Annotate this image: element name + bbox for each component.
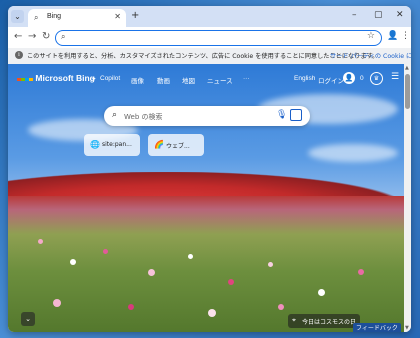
info-icon: i: [15, 51, 23, 59]
tab-strip: ⌄ ⌕ Bing ✕ + – ▢ ✕: [8, 6, 411, 27]
nav-maps[interactable]: 地図: [182, 75, 195, 85]
logo-square: [17, 77, 21, 81]
caption-text: 今日はコスモスの日: [302, 319, 357, 326]
flower: [318, 289, 325, 296]
close-tab-icon[interactable]: ✕: [114, 12, 121, 21]
flower: [53, 299, 61, 307]
search-placeholder: Web の検索: [124, 113, 163, 121]
search-icon: ⌕: [61, 32, 66, 41]
cloud: [308, 144, 398, 162]
close-window-button[interactable]: ✕: [396, 10, 404, 20]
flower: [358, 269, 364, 275]
visual-search-icon[interactable]: [290, 109, 302, 121]
search-box[interactable]: ⌕ Web の検索 🎙: [104, 106, 310, 126]
nav-copilot[interactable]: Copilot: [100, 75, 120, 82]
login-link[interactable]: ログイン: [318, 75, 344, 85]
language-link[interactable]: English: [294, 75, 315, 82]
bing-logo[interactable]: Microsoft Bing: [17, 73, 95, 83]
bing-homepage: Microsoft Bing ✦ Copilot 画像 動画 地図 ニュース ·…: [8, 64, 404, 332]
address-bar[interactable]: ⌕ ☆: [55, 30, 382, 46]
tab-bing[interactable]: ⌕ Bing ✕: [28, 9, 126, 27]
cookie-message: このサイトを利用すると、分析、カスタマイズされたコンテンツ、広告に Cookie…: [27, 53, 379, 60]
reward-count: 0: [360, 75, 364, 82]
flower: [208, 309, 216, 317]
scroll-up-icon[interactable]: ▲: [405, 65, 409, 71]
minimize-button[interactable]: –: [352, 10, 357, 20]
logo-square: [29, 77, 33, 81]
cosmos-flower-field: [8, 196, 404, 332]
nav-more[interactable]: ···: [243, 75, 250, 82]
nav-images[interactable]: 画像: [131, 75, 144, 85]
tab-title: Bing: [47, 13, 62, 20]
flower: [268, 262, 273, 267]
flower: [228, 279, 234, 285]
image-caption[interactable]: ⌖ 今日はコスモスの日: [288, 314, 360, 328]
bookmark-star-icon[interactable]: ☆: [367, 31, 375, 41]
flower: [70, 259, 76, 265]
user-avatar-icon[interactable]: 👤: [343, 72, 355, 84]
search-icon: ⌕: [112, 110, 118, 120]
flower: [38, 239, 43, 244]
back-icon[interactable]: ←: [14, 31, 22, 42]
nav-videos[interactable]: 動画: [157, 75, 170, 85]
new-tab-button[interactable]: +: [131, 10, 139, 21]
flower: [278, 304, 284, 310]
nav-news[interactable]: ニュース: [207, 75, 233, 85]
quick-link[interactable]: 🌐 site:pan...: [84, 134, 140, 156]
reload-icon[interactable]: ↻: [42, 31, 50, 42]
search-favicon-icon: ⌕: [34, 13, 39, 22]
flower: [103, 249, 108, 254]
hamburger-menu-icon[interactable]: ☰: [391, 72, 399, 82]
location-pin-icon: ⌖: [292, 316, 296, 324]
expand-chevron-icon[interactable]: ⌄: [21, 312, 35, 326]
logo-square: [25, 77, 29, 81]
maximize-button[interactable]: ▢: [374, 10, 383, 20]
logo-text: Microsoft Bing: [35, 73, 95, 83]
flower: [128, 304, 134, 310]
rainbow-icon: 🌈: [154, 140, 164, 149]
quick-link[interactable]: 🌈 ウェブ...: [148, 134, 204, 156]
quick-link-label: ウェブ...: [166, 143, 190, 150]
cookie-notice-bar: i このサイトを利用すると、分析、カスタマイズされたコンテンツ、広告に Cook…: [8, 48, 411, 65]
globe-icon: 🌐: [90, 140, 100, 149]
microphone-icon[interactable]: 🎙: [276, 110, 287, 120]
profile-icon[interactable]: 👤: [387, 31, 398, 41]
forward-icon[interactable]: →: [28, 31, 36, 42]
scrollbar-thumb[interactable]: [405, 74, 410, 109]
copilot-icon: ✦: [91, 76, 97, 83]
third-party-cookie-link[interactable]: サード パーティの Cookie に関: [330, 51, 411, 60]
feedback-button[interactable]: フィードバック: [353, 323, 401, 332]
scroll-down-icon[interactable]: ▼: [405, 325, 409, 331]
tab-search-icon[interactable]: ⌄: [11, 10, 24, 23]
logo-square: [21, 77, 25, 81]
flower: [188, 254, 193, 259]
rewards-icon[interactable]: ♛: [370, 72, 383, 85]
quick-link-label: site:pan...: [102, 141, 132, 148]
vertical-scrollbar[interactable]: ▲ ▼: [404, 64, 411, 332]
browser-toolbar: ← → ↻ ⌕ ☆ 👤 ⋮: [8, 27, 411, 48]
menu-kebab-icon[interactable]: ⋮: [401, 31, 410, 41]
flower: [148, 269, 155, 276]
browser-window: ⌄ ⌕ Bing ✕ + – ▢ ✕ ← → ↻ ⌕ ☆ 👤 ⋮ i このサイト…: [8, 6, 411, 332]
feedback-label: フィードバック: [356, 325, 398, 332]
